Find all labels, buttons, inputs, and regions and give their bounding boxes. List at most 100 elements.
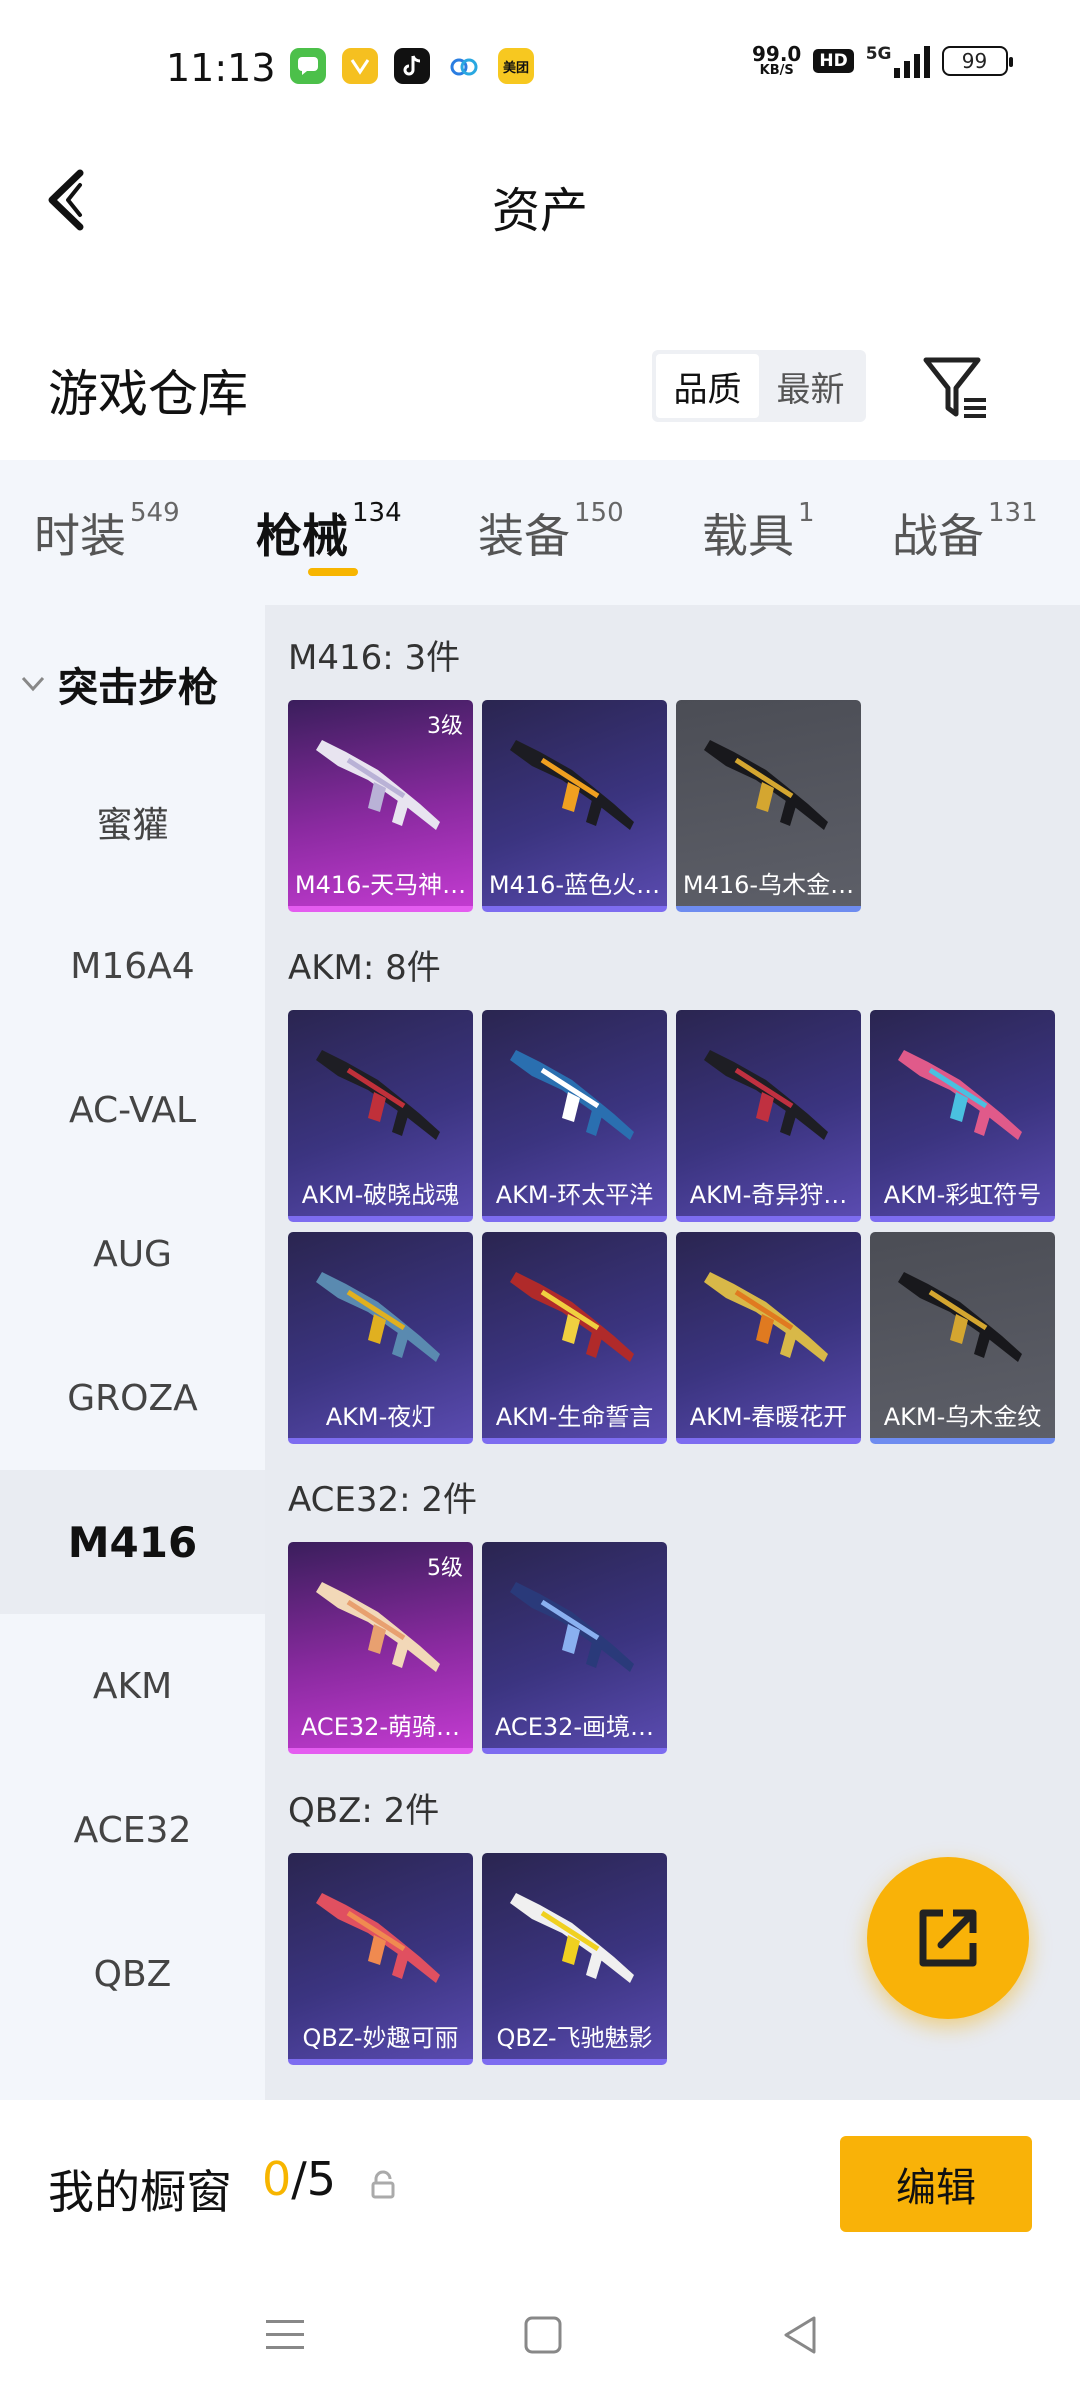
weapon-name: AKM-奇异狩… — [689, 1181, 848, 1209]
tab-supplies[interactable]: 战备 131 — [892, 498, 1038, 566]
group-title: ACE32: 2件 — [288, 1480, 478, 1520]
level-badge: 3级 — [427, 714, 463, 739]
tab-equipment[interactable]: 装备 150 — [478, 498, 624, 566]
tab-guns[interactable]: 枪械 134 — [256, 498, 402, 566]
sidebar-item-aug[interactable]: AUG — [0, 1182, 265, 1326]
weapon-name: ACE32-萌骑… — [300, 1713, 461, 1741]
group-title: M416: 3件 — [288, 638, 461, 678]
showcase-title: 我的橱窗 — [48, 2165, 232, 2219]
weapon-skin-image — [316, 1050, 440, 1140]
weapon-name: AKM-破晓战魂 — [301, 1181, 460, 1209]
header: 资产 — [0, 135, 1080, 265]
weapon-skin-image — [898, 1050, 1022, 1140]
weapon-skin-image — [898, 1272, 1022, 1362]
weapon-skin-image — [316, 740, 440, 830]
status-time: 11:13 — [166, 46, 276, 90]
sidebar-item-honey-badger[interactable]: 蜜獾 — [0, 750, 265, 894]
weapon-card[interactable]: AKM-生命誓言 — [482, 1232, 667, 1444]
weapon-card[interactable]: M416-蓝色火… — [482, 700, 667, 912]
showcase-count: 0/5 — [262, 2152, 337, 2206]
weapon-name: QBZ-妙趣可丽 — [302, 2024, 459, 2052]
tab-vehicles[interactable]: 载具 1 — [702, 498, 815, 566]
weapon-skin-image — [704, 740, 828, 830]
level-badge: 5级 — [427, 1556, 463, 1581]
warehouse-title: 游戏仓库 — [48, 365, 248, 423]
notification-icons: 美团 — [290, 48, 534, 84]
weapon-card[interactable]: AKM-破晓战魂 — [288, 1010, 473, 1222]
weapon-card[interactable]: AKM-环太平洋 — [482, 1010, 667, 1222]
menu-icon[interactable] — [260, 2310, 310, 2360]
filter-icon[interactable] — [922, 354, 990, 422]
page-title: 资产 — [491, 183, 588, 239]
weapon-card[interactable]: AKM-彩虹符号 — [870, 1010, 1055, 1222]
weapon-card[interactable]: AKM-奇异狩… — [676, 1010, 861, 1222]
weapon-card[interactable]: AKM-春暖花开 — [676, 1232, 861, 1444]
weapon-name: QBZ-飞驰魅影 — [496, 2024, 653, 2052]
weapon-name: M416-天马神… — [294, 871, 467, 899]
weapon-name: M416-乌木金… — [682, 871, 855, 899]
group-title: QBZ: 2件 — [288, 1791, 440, 1831]
sidebar-category-assault-rifle[interactable]: 突击步枪 — [20, 655, 218, 713]
group-title: AKM: 8件 — [288, 948, 441, 988]
weapon-card[interactable]: 3级 M416-天马神… — [288, 700, 473, 912]
showcase-bar: 我的橱窗 0/5 编辑 — [0, 2100, 1080, 2270]
weapon-card[interactable]: 5级 ACE32-萌骑… — [288, 1542, 473, 1754]
weapon-card[interactable]: ACE32-画境… — [482, 1542, 667, 1754]
battery-icon: 99 — [941, 46, 1013, 76]
active-tab-indicator — [308, 568, 358, 576]
weapon-card[interactable]: QBZ-妙趣可丽 — [288, 1853, 473, 2065]
weapon-skin-image — [316, 1272, 440, 1362]
tab-fashion[interactable]: 时装 549 — [34, 498, 180, 566]
edit-button[interactable]: 编辑 — [840, 2136, 1032, 2232]
network-speed: 99.0 KB/S — [752, 42, 802, 78]
weapon-skin-image — [510, 1050, 634, 1140]
hd-badge: HD — [813, 49, 854, 73]
chevron-down-icon — [21, 676, 45, 692]
weapon-skin-image — [316, 1893, 440, 1983]
weapon-skin-image — [704, 1272, 828, 1362]
cloud-icon — [446, 48, 482, 84]
weapon-card[interactable]: AKM-夜灯 — [288, 1232, 473, 1444]
weapon-sidebar: 突击步枪 蜜獾 M16A4 AC-VAL AUG GROZA M416 AKM … — [0, 605, 265, 2100]
weapon-skin-image — [510, 1272, 634, 1362]
weapon-card[interactable]: QBZ-飞驰魅影 — [482, 1853, 667, 2065]
weapon-skin-image — [510, 1893, 634, 1983]
weapon-name: AKM-春暖花开 — [689, 1403, 848, 1431]
signal-icon: 5G — [866, 44, 930, 78]
category-tabs: 时装 549 枪械 134 装备 150 载具 1 战备 131 — [0, 460, 1080, 605]
tiktok-icon — [394, 48, 430, 84]
sidebar-item-ac-val[interactable]: AC-VAL — [0, 1038, 265, 1182]
sidebar-item-ace32[interactable]: ACE32 — [0, 1758, 265, 1902]
sort-quality-button[interactable]: 品质 — [656, 354, 759, 418]
weapon-card[interactable]: M416-乌木金… — [676, 700, 861, 912]
status-bar: 11:13 美团 99.0 KB/S HD 5G 99 — [0, 0, 1080, 135]
share-button[interactable] — [867, 1857, 1029, 2019]
system-nav-bar — [0, 2270, 1080, 2400]
weapon-name: AKM-环太平洋 — [495, 1181, 654, 1209]
weapon-name: AKM-生命誓言 — [495, 1403, 654, 1431]
weapon-name: AKM-彩虹符号 — [883, 1181, 1042, 1209]
share-icon — [919, 1909, 977, 1967]
lock-icon — [368, 2170, 398, 2200]
weapon-name: AKM-乌木金纹 — [883, 1403, 1042, 1431]
weapon-skin-image — [704, 1050, 828, 1140]
sidebar-item-akm[interactable]: AKM — [0, 1614, 265, 1758]
sidebar-item-qbz[interactable]: QBZ — [0, 1902, 265, 2046]
weapon-skin-image — [316, 1582, 440, 1672]
weapon-card[interactable]: AKM-乌木金纹 — [870, 1232, 1055, 1444]
weapon-skin-image — [510, 1582, 634, 1672]
sort-toggle: 品质 最新 — [652, 350, 866, 422]
sidebar-item-m16a4[interactable]: M16A4 — [0, 894, 265, 1038]
sort-newest-button[interactable]: 最新 — [759, 354, 862, 418]
weapon-name: ACE32-画境… — [494, 1713, 655, 1741]
messages-icon — [290, 48, 326, 84]
weapon-skin-image — [510, 740, 634, 830]
notes-icon — [342, 48, 378, 84]
sidebar-item-m416[interactable]: M416 — [0, 1470, 265, 1614]
meituan-icon: 美团 — [498, 48, 534, 84]
status-indicators: 99.0 KB/S HD 5G 99 — [752, 42, 1013, 78]
sidebar-item-groza[interactable]: GROZA — [0, 1326, 265, 1470]
back-icon[interactable] — [776, 2310, 826, 2360]
weapon-name: AKM-夜灯 — [325, 1403, 436, 1431]
home-icon[interactable] — [518, 2310, 568, 2360]
